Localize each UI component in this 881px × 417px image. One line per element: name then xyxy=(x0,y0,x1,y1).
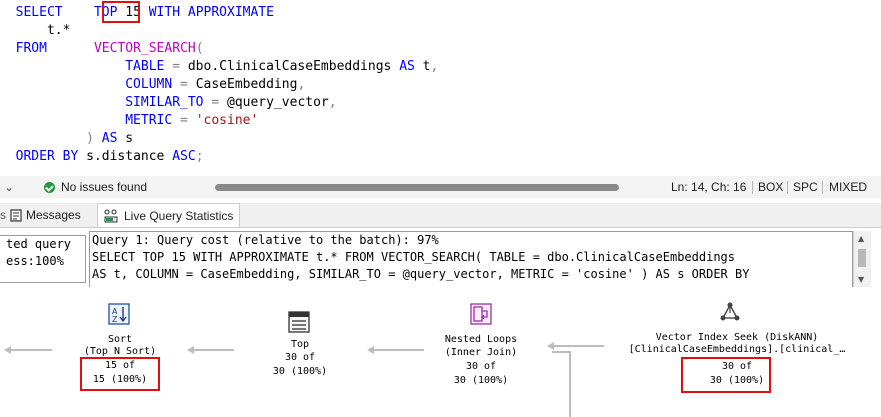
sort-rows-highlight xyxy=(80,357,160,391)
plan-connector xyxy=(552,351,570,353)
scroll-down-icon[interactable]: ▼ xyxy=(858,275,864,284)
query-progress-line-1: ted query xyxy=(6,237,72,251)
code-line-5: COLUMN = CaseEmbedding, xyxy=(125,77,306,92)
code-line-7: METRIC = 'cosine' xyxy=(125,113,259,128)
top-value-highlight xyxy=(102,1,140,23)
horizontal-scrollbar[interactable] xyxy=(215,184,619,191)
code-line-8: ) AS s xyxy=(86,131,134,146)
vector-seek-name: Vector Index Seek (DiskANN) xyxy=(655,332,819,343)
vertical-scrollbar[interactable]: ▲ ▼ xyxy=(853,231,871,287)
code-line-2: t.* xyxy=(46,23,71,38)
chevron-down-icon[interactable]: ⌄ xyxy=(4,179,14,195)
arrow-left-icon xyxy=(367,346,374,354)
tab-results-partial[interactable]: s xyxy=(0,203,8,227)
query-text-box[interactable]: Query 1: Query cost (relative to the bat… xyxy=(89,231,853,287)
scrollbar-thumb[interactable] xyxy=(858,249,866,267)
query-text-line: SELECT TOP 15 WITH APPROXIMATE t.* FROM … xyxy=(92,250,735,264)
divider xyxy=(822,181,823,194)
tab-live-query-statistics[interactable]: Live Query Statistics xyxy=(97,203,241,227)
plan-connector xyxy=(372,349,424,351)
editor-status-bar: ⌄ No issues found Ln: 14, Ch: 16 BOX SPC… xyxy=(0,176,881,198)
cursor-position[interactable]: Ln: 14, Ch: 16 xyxy=(671,179,746,195)
result-tabs: s Messages Live Query Statistics xyxy=(0,203,881,228)
arrow-left-icon xyxy=(187,346,194,354)
code-line-4: TABLE = dbo.ClinicalCaseEmbeddings AS t, xyxy=(125,59,439,74)
spc-mode[interactable]: SPC xyxy=(793,179,818,195)
plan-connector xyxy=(552,345,604,347)
execution-plan[interactable]: A Z Sort (Top N Sort) 15 of 15 (100%) To… xyxy=(0,290,881,417)
nested-loops-name: Nested Loops xyxy=(444,334,518,345)
tab-messages[interactable]: Messages xyxy=(10,203,81,227)
code-line-9: ORDER BY s.distance ASC; xyxy=(15,149,204,164)
messages-icon xyxy=(10,209,22,222)
plan-connector-vertical xyxy=(569,351,571,417)
sort-name: Sort xyxy=(107,334,133,345)
line-endings-mode[interactable]: MIXED xyxy=(829,179,867,195)
svg-text:Z: Z xyxy=(112,315,118,324)
top-icon xyxy=(288,311,310,333)
nested-loops-rows: 30 of xyxy=(465,361,497,372)
arrow-left-icon xyxy=(4,346,11,354)
tab-live-query-statistics-label: Live Query Statistics xyxy=(124,209,234,223)
plan-connector xyxy=(8,349,52,351)
divider xyxy=(752,181,753,194)
plan-connector xyxy=(192,349,234,351)
query-text-line: AS t, COLUMN = CaseEmbedding, SIMILAR_TO… xyxy=(92,267,750,281)
sql-editor[interactable]: SELECT TOP 15 WITH APPROXIMATE t.* FROM … xyxy=(0,0,881,172)
top-name: Top xyxy=(290,339,310,350)
check-circle-icon xyxy=(44,182,55,193)
query-progress-box: ted query ess:100% xyxy=(0,235,86,283)
code-line-3: FROM VECTOR_SEARCH( xyxy=(15,41,204,56)
issues-status[interactable]: No issues found xyxy=(61,179,147,195)
query-cost-panel: ted query ess:100% Query 1: Query cost (… xyxy=(0,231,881,287)
live-stats-icon xyxy=(104,209,118,223)
vector-seek-rows-highlight xyxy=(681,357,771,393)
query-progress-line-2: ess:100% xyxy=(6,254,64,268)
scroll-up-icon[interactable]: ▲ xyxy=(858,234,864,243)
top-rows: 30 of xyxy=(284,352,316,363)
tab-messages-label: Messages xyxy=(26,208,81,222)
sort-icon: A Z xyxy=(108,303,130,325)
arrow-left-icon xyxy=(547,342,554,350)
divider xyxy=(787,181,788,194)
box-mode[interactable]: BOX xyxy=(758,179,783,195)
code-line-6: SIMILAR_TO = @query_vector, xyxy=(125,95,337,110)
nested-loops-detail: (Inner Join) xyxy=(444,347,518,358)
vector-index-seek-icon xyxy=(720,302,740,321)
query-text-line: Query 1: Query cost (relative to the bat… xyxy=(92,233,439,247)
top-pct: 30 (100%) xyxy=(272,366,328,377)
nested-loops-icon xyxy=(470,303,492,325)
nested-loops-pct: 30 (100%) xyxy=(453,375,509,386)
vector-seek-detail: [ClinicalCaseEmbeddings].[clinical_… xyxy=(628,344,846,355)
